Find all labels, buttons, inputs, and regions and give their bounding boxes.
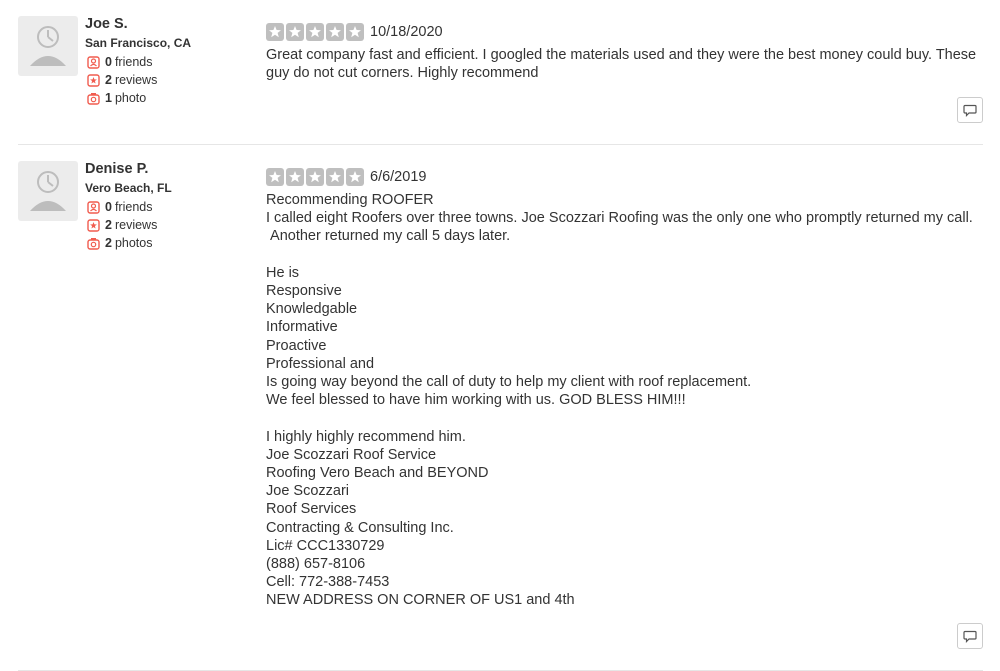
review-date: 6/6/2019 [370,169,427,185]
user-location: Vero Beach, FL [85,181,172,195]
user-name-link[interactable]: Joe S. [85,16,255,33]
user-passport: Denise P. Vero Beach, FL 0 friends 2 rev… [85,161,255,252]
camera-icon [85,90,101,106]
user-name-link[interactable]: Denise P. [85,161,255,178]
default-user-avatar-icon [30,26,66,66]
review-date: 10/18/2020 [370,24,443,40]
reviews-stat: 2 reviews [85,216,255,234]
friends-count: 0 [105,200,112,214]
star-icon [266,23,284,41]
reviews-count: 2 [105,73,112,87]
photos-stat: 1 photo [85,89,255,107]
review-text: Great company fast and efficient. I goog… [266,47,981,82]
speech-bubble-icon [963,630,977,643]
photos-count: 2 [105,236,112,250]
friends-icon [85,54,101,70]
review-content: 6/6/2019 Recommending ROOFER I called ei… [266,167,981,610]
star-rating [266,23,364,41]
user-avatar[interactable] [18,161,78,221]
speech-bubble-icon [963,104,977,117]
reviews-label: reviews [114,73,158,87]
reviews-stat: 2 reviews [85,71,255,89]
star-icon [326,168,344,186]
reviews-count: 2 [105,218,112,232]
review-list: Joe S. San Francisco, CA 0 friends 2 rev… [18,0,983,671]
friends-label: friends [114,200,153,214]
photos-count: 1 [105,91,112,105]
reviews-label: reviews [114,218,158,232]
photos-label: photo [114,91,147,105]
default-user-avatar-icon [30,171,66,211]
star-icon [286,168,304,186]
friends-icon [85,199,101,215]
star-icon [346,23,364,41]
star-icon [306,23,324,41]
review-item: Joe S. San Francisco, CA 0 friends 2 rev… [18,0,983,145]
rating-row: 6/6/2019 [266,167,981,187]
user-avatar[interactable] [18,16,78,76]
camera-icon [85,235,101,251]
star-icon [306,168,324,186]
friends-count: 0 [105,55,112,69]
star-icon [326,23,344,41]
rating-row: 10/18/2020 [266,22,981,42]
comment-button[interactable] [957,623,983,649]
user-passport: Joe S. San Francisco, CA 0 friends 2 rev… [85,16,255,107]
review-item: Denise P. Vero Beach, FL 0 friends 2 rev… [18,145,983,671]
photos-stat: 2 photos [85,234,255,252]
star-icon [286,23,304,41]
friends-stat: 0 friends [85,53,255,71]
star-icon [266,168,284,186]
friends-stat: 0 friends [85,198,255,216]
star-rating [266,168,364,186]
comment-button[interactable] [957,97,983,123]
review-star-icon [85,217,101,233]
friends-label: friends [114,55,153,69]
star-icon [346,168,364,186]
review-star-icon [85,72,101,88]
photos-label: photos [114,236,153,250]
user-location: San Francisco, CA [85,36,192,50]
review-content: 10/18/2020 Great company fast and effici… [266,22,981,82]
review-text: Recommending ROOFER I called eight Roofe… [266,192,973,609]
